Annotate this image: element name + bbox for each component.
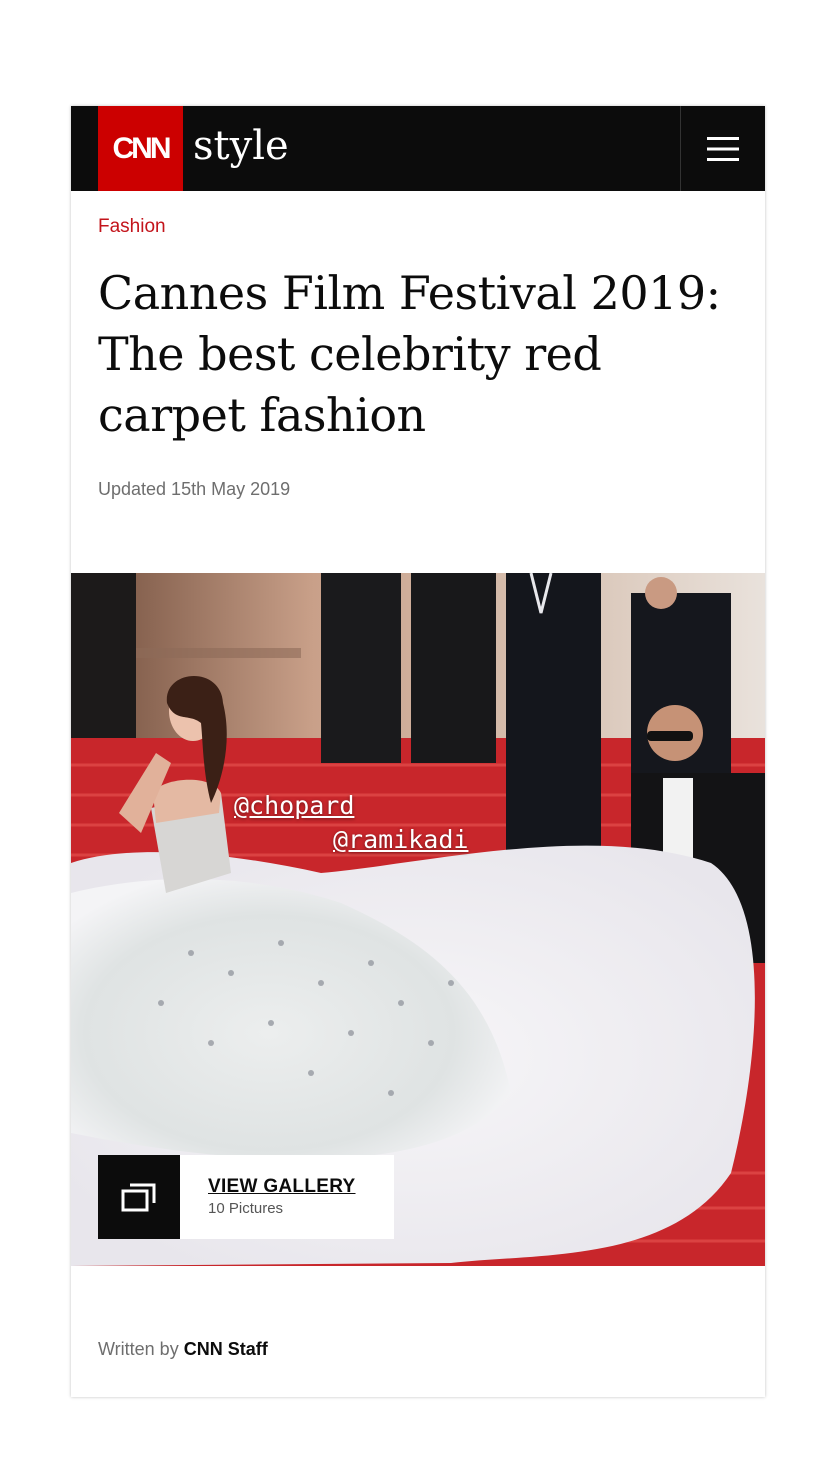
top-navigation-bar: CNN style	[71, 106, 765, 191]
section-label[interactable]: Fashion	[98, 216, 166, 238]
cnn-logo-text: CNN	[112, 131, 172, 165]
hero-image[interactable]: @chopard @ramikadi VIEW GALLERY 10 Pictu…	[71, 573, 765, 1266]
menu-button[interactable]	[681, 106, 765, 191]
gallery-stack-icon	[121, 1183, 156, 1212]
ramikadi-tag[interactable]: @ramikadi	[333, 825, 468, 854]
style-brand-wordmark[interactable]: style	[193, 122, 289, 170]
cnn-logo[interactable]: CNN	[98, 106, 183, 191]
view-gallery-label: VIEW GALLERY	[208, 1176, 356, 1197]
gallery-picture-count: 10 Pictures	[208, 1200, 284, 1217]
hamburger-menu-icon	[707, 136, 739, 161]
gallery-icon-box	[98, 1155, 180, 1239]
view-gallery-button[interactable]: VIEW GALLERY 10 Pictures	[98, 1155, 394, 1239]
byline: Written by CNN Staff	[98, 1339, 268, 1360]
updated-timestamp: Updated 15th May 2019	[98, 479, 291, 499]
chopard-tag[interactable]: @chopard	[234, 791, 354, 820]
byline-author[interactable]: CNN Staff	[184, 1339, 268, 1359]
article-card: CNN style Fashion Cannes Film Festival 2…	[71, 106, 765, 1397]
article-headline: Cannes Film Festival 2019: The best cele…	[98, 266, 721, 442]
byline-prefix: Written by	[98, 1339, 179, 1359]
